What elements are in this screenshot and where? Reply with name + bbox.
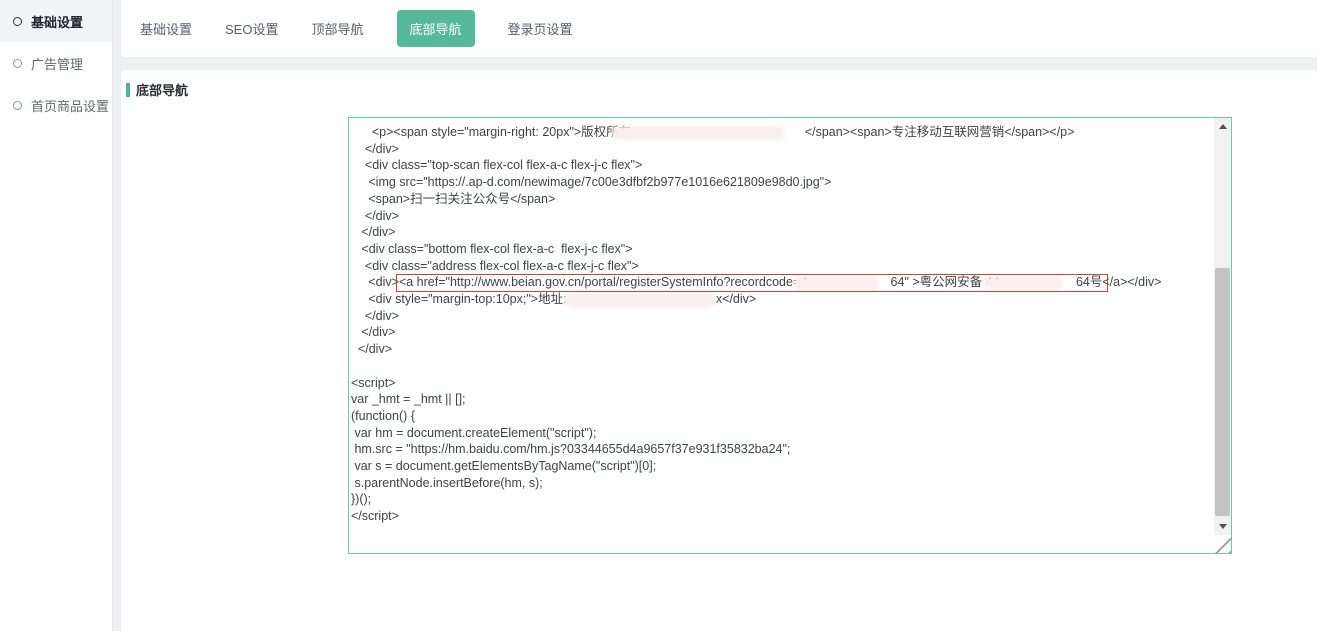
tab-basic-settings[interactable]: 基础设置: [140, 19, 192, 38]
scrollbar-up-arrow-icon[interactable]: [1214, 118, 1231, 135]
tab-bottom-navigation[interactable]: 底部导航: [397, 10, 475, 47]
tab-login-page-settings[interactable]: 登录页设置: [508, 19, 573, 38]
section-accent-bar: [126, 83, 130, 97]
radio-circle-icon: [13, 101, 22, 110]
section-title: 底部导航: [136, 80, 188, 99]
sidebar-item-label: 基础设置: [31, 12, 83, 31]
sidebar-item-ad-management[interactable]: 广告管理: [0, 42, 112, 84]
sidebar-item-basic-settings[interactable]: 基础设置: [0, 0, 112, 42]
scrollbar-down-arrow-icon[interactable]: [1214, 518, 1231, 535]
sidebar: 基础设置 广告管理 首页商品设置: [0, 0, 113, 631]
radio-circle-icon: [13, 17, 22, 26]
tab-seo-settings[interactable]: SEO设置: [225, 19, 278, 38]
footer-nav-code-textarea[interactable]: <p><span style="margin-right: 20px">版权所有…: [348, 117, 1232, 554]
radio-circle-icon: [13, 59, 22, 68]
scrollbar-thumb[interactable]: [1215, 268, 1230, 516]
bottom-navigation-panel: 底部导航 <p><span style="margin-right: 20px"…: [121, 70, 1317, 631]
section-header: 底部导航: [126, 80, 188, 99]
footer-nav-code-editor: <p><span style="margin-right: 20px">版权所有…: [348, 117, 1232, 554]
editor-scrollbar[interactable]: [1214, 118, 1231, 535]
settings-page: 基础设置 广告管理 首页商品设置 基础设置 SEO设置 顶部导航 底部导航 登录…: [0, 0, 1317, 631]
sidebar-item-label: 首页商品设置: [31, 96, 109, 115]
sidebar-item-label: 广告管理: [31, 54, 83, 73]
sidebar-item-homepage-products[interactable]: 首页商品设置: [0, 84, 112, 126]
tab-top-navigation[interactable]: 顶部导航: [311, 19, 363, 38]
settings-tab-bar: 基础设置 SEO设置 顶部导航 底部导航 登录页设置: [121, 0, 1317, 57]
